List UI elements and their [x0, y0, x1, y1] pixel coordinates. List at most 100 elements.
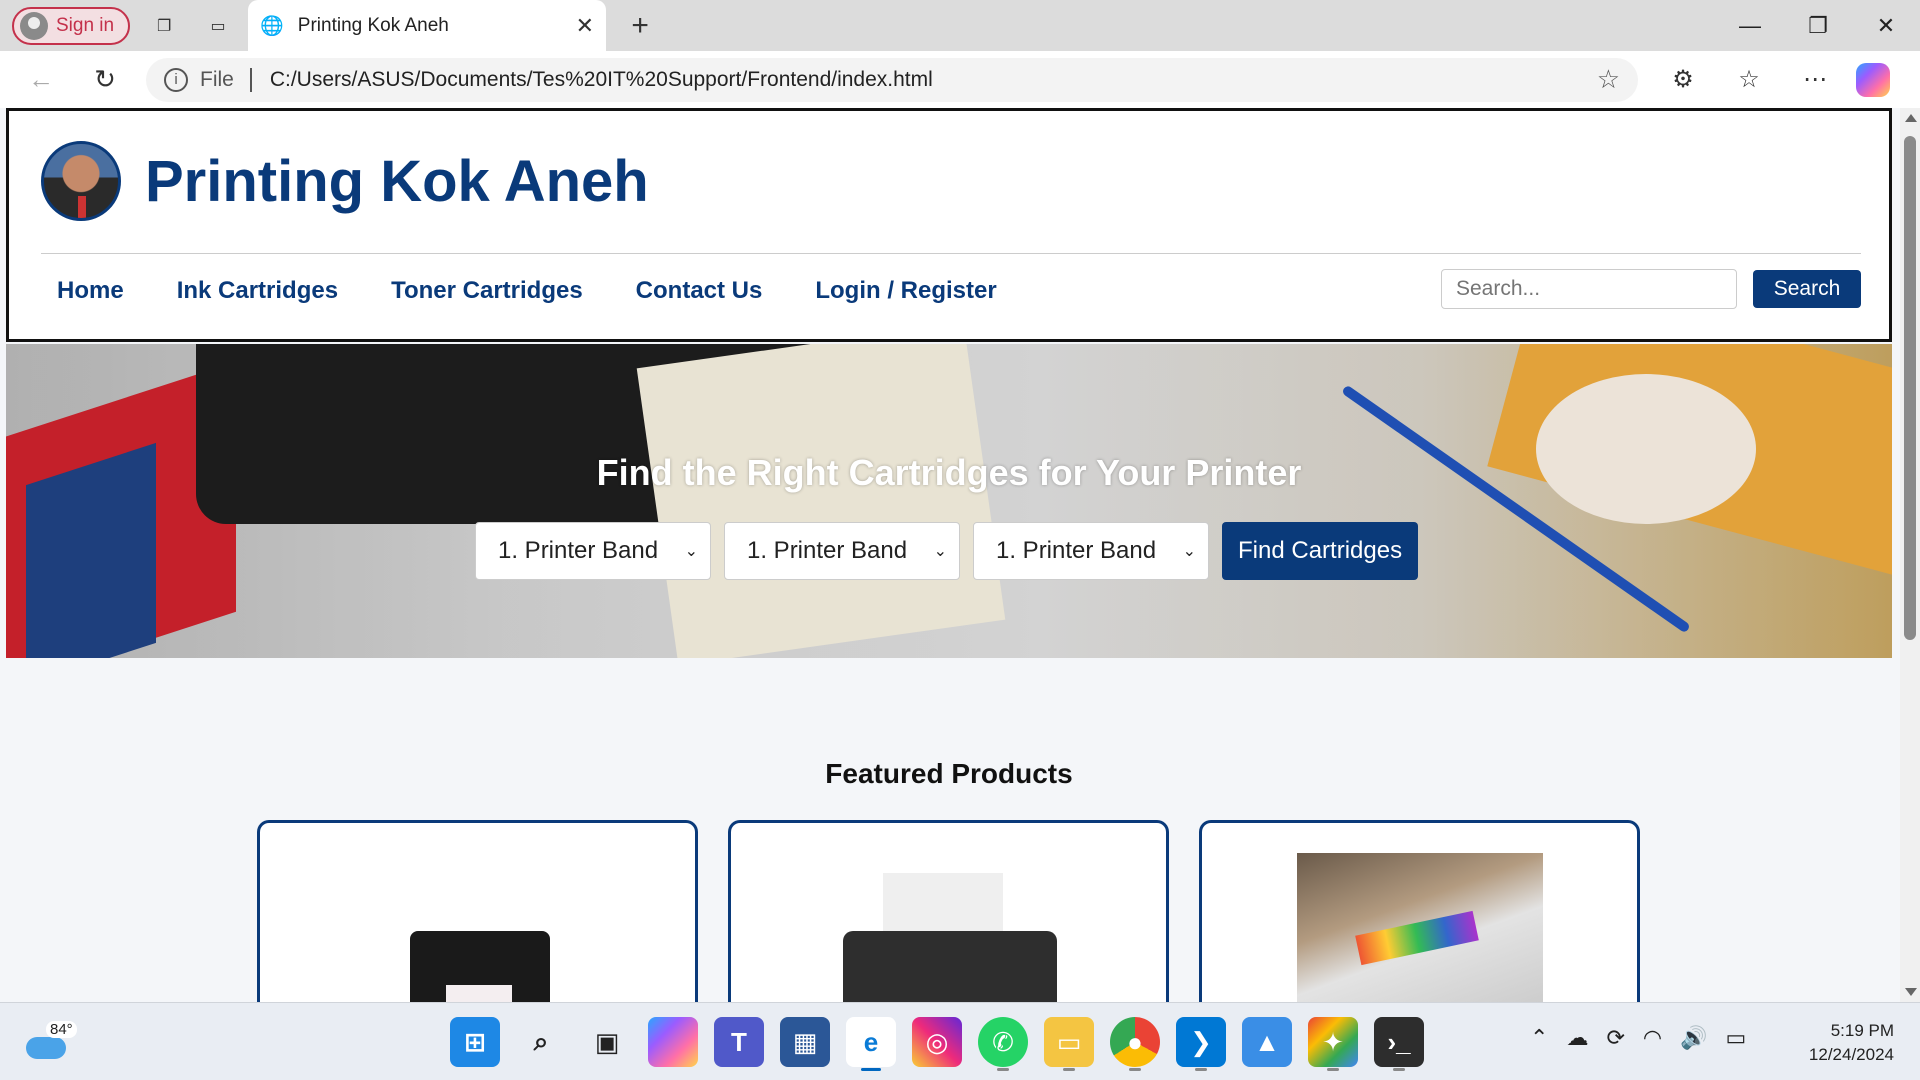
- new-tab-icon[interactable]: +: [620, 9, 660, 43]
- site-search: Search: [1441, 269, 1861, 309]
- logo-avatar: [41, 141, 121, 221]
- temperature: 84°: [46, 1021, 77, 1038]
- active-tab[interactable]: 🌐 Printing Kok Aneh ✕: [248, 0, 607, 51]
- product-image-dot-matrix-printer: [843, 931, 1057, 1002]
- wifi-icon[interactable]: ◠: [1643, 1025, 1662, 1051]
- featured-products-title: Featured Products: [825, 758, 1073, 789]
- scroll-up-icon[interactable]: [1905, 114, 1917, 122]
- product-card[interactable]: [1199, 820, 1640, 1002]
- select-value: 1. Printer Band: [996, 537, 1157, 564]
- start-icon[interactable]: ⊞: [450, 1017, 500, 1067]
- task-view-icon[interactable]: ▣: [582, 1017, 632, 1067]
- url-text[interactable]: C:/Users/ASUS/Documents/Tes%20IT%20Suppo…: [270, 68, 1597, 92]
- minimize-icon[interactable]: —: [1716, 0, 1784, 51]
- vertical-tabs-icon[interactable]: ▭: [198, 6, 238, 46]
- address-bar[interactable]: i File C:/Users/ASUS/Documents/Tes%20IT%…: [146, 57, 1638, 102]
- printer-brand-select-1[interactable]: 1. Printer Band ⌄: [475, 522, 711, 580]
- onedrive-icon[interactable]: ☁: [1566, 1025, 1588, 1051]
- hero-heading: Find the Right Cartridges for Your Print…: [596, 452, 1302, 493]
- tab-title: Printing Kok Aneh: [297, 14, 449, 36]
- vscode-icon[interactable]: ❯: [1176, 1017, 1226, 1071]
- copilot-app-icon[interactable]: [648, 1017, 698, 1067]
- site-header: Printing Kok Aneh Home Ink Cartridges To…: [6, 108, 1892, 342]
- back-icon[interactable]: ←: [14, 51, 68, 108]
- taskbar-apps: ⊞ ⌕ ▣ T ▦ e ◎ ✆ ▭ ● ❯ ▲ ✦ ›_: [450, 1017, 1424, 1071]
- search-icon[interactable]: ⌕: [516, 1017, 566, 1067]
- restore-icon[interactable]: ❐: [1784, 0, 1852, 51]
- printer-filter-form: 1. Printer Band ⌄ 1. Printer Band ⌄ 1. P…: [475, 522, 1419, 580]
- page-viewport: Printing Kok Aneh Home Ink Cartridges To…: [0, 108, 1920, 1002]
- edge-icon[interactable]: e: [846, 1017, 896, 1071]
- hero-banner: Find the Right Cartridges for Your Print…: [6, 344, 1892, 658]
- printer-brand-select-2[interactable]: 1. Printer Band ⌄: [724, 522, 960, 580]
- store-icon[interactable]: ▦: [780, 1017, 830, 1067]
- brand[interactable]: Printing Kok Aneh: [41, 141, 649, 221]
- terminal-icon[interactable]: ›_: [1374, 1017, 1424, 1071]
- volume-icon[interactable]: 🔊: [1680, 1025, 1707, 1051]
- product-image-ink-printer: [410, 931, 550, 1002]
- globe-icon: 🌐: [260, 15, 284, 37]
- printer-brand-select-3[interactable]: 1. Printer Band ⌄: [973, 522, 1209, 580]
- chevron-down-icon: ⌄: [684, 543, 698, 560]
- clock-date: 12/24/2024: [1808, 1045, 1894, 1064]
- nav-login-register[interactable]: Login / Register: [815, 277, 996, 305]
- gemini-icon[interactable]: ✦: [1308, 1017, 1358, 1071]
- close-tab-icon[interactable]: ✕: [576, 13, 594, 39]
- chevron-up-icon[interactable]: ⌃: [1530, 1025, 1548, 1051]
- weather-widget[interactable]: 84°: [26, 1021, 77, 1065]
- product-image-laser-printer: [1297, 853, 1543, 1002]
- browser-tab-bar: Sign in ❐ ▭ 🌐 Printing Kok Aneh ✕ + — ❐ …: [0, 0, 1920, 51]
- chrome-icon[interactable]: ●: [1110, 1017, 1160, 1071]
- url-separator: [249, 67, 252, 92]
- address-bar-row: ← ↻ i File C:/Users/ASUS/Documents/Tes%2…: [0, 51, 1920, 108]
- nav-toner-cartridges[interactable]: Toner Cartridges: [391, 277, 583, 305]
- product-card[interactable]: [728, 820, 1169, 1002]
- hero-image-sticker: [1536, 374, 1756, 524]
- browser-toolbar: ⚙ ☆ ⋯: [1654, 65, 1844, 94]
- url-scheme-label: File: [200, 67, 234, 91]
- close-window-icon[interactable]: ✕: [1852, 0, 1920, 51]
- teams-icon[interactable]: T: [714, 1017, 764, 1067]
- chevron-down-icon: ⌄: [933, 543, 947, 560]
- battery-icon[interactable]: ▭: [1725, 1025, 1746, 1051]
- window-controls: — ❐ ✕: [1716, 0, 1920, 51]
- page-scrollbar[interactable]: [1900, 108, 1920, 1002]
- sign-in-label: Sign in: [56, 14, 115, 36]
- header-divider: [41, 253, 1861, 254]
- system-tray: ⌃ ☁ ⟳ ◠ 🔊 ▭: [1530, 1025, 1746, 1051]
- select-value: 1. Printer Band: [747, 537, 908, 564]
- nav-contact-us[interactable]: Contact Us: [636, 277, 763, 305]
- scroll-thumb[interactable]: [1904, 136, 1916, 640]
- select-value: 1. Printer Band: [498, 537, 659, 564]
- instagram-icon[interactable]: ◎: [912, 1017, 962, 1067]
- extensions-icon[interactable]: ⚙: [1654, 65, 1712, 94]
- windows-taskbar: 84° ⊞ ⌕ ▣ T ▦ e ◎ ✆ ▭ ● ❯ ▲ ✦ ›_ ⌃ ☁ ⟳ ◠…: [0, 1002, 1920, 1080]
- more-menu-icon[interactable]: ⋯: [1786, 65, 1844, 94]
- photos-icon[interactable]: ▲: [1242, 1017, 1292, 1067]
- whatsapp-icon[interactable]: ✆: [978, 1017, 1028, 1071]
- clock[interactable]: 5:19 PM 12/24/2024: [1809, 1019, 1894, 1067]
- favorites-icon[interactable]: ☆: [1720, 65, 1778, 94]
- favorite-star-icon[interactable]: ☆: [1597, 64, 1620, 95]
- file-explorer-icon[interactable]: ▭: [1044, 1017, 1094, 1071]
- copilot-icon[interactable]: [1856, 62, 1890, 97]
- clock-time: 5:19 PM: [1830, 1021, 1894, 1040]
- nav-ink-cartridges[interactable]: Ink Cartridges: [177, 277, 338, 305]
- product-card[interactable]: [257, 820, 698, 1002]
- info-icon[interactable]: i: [164, 67, 188, 92]
- site-title: Printing Kok Aneh: [145, 148, 649, 214]
- profile-icon: [20, 11, 48, 40]
- search-input[interactable]: [1441, 269, 1737, 309]
- hero-image-paper: [636, 344, 1006, 658]
- search-button[interactable]: Search: [1753, 270, 1861, 308]
- chevron-down-icon: ⌄: [1182, 543, 1196, 560]
- nav-home[interactable]: Home: [57, 277, 124, 305]
- featured-products-grid: [257, 820, 1640, 1002]
- find-cartridges-button[interactable]: Find Cartridges: [1222, 522, 1419, 580]
- workspaces-icon[interactable]: ❐: [144, 6, 184, 46]
- scroll-down-icon[interactable]: [1905, 988, 1917, 996]
- main-nav: Home Ink Cartridges Toner Cartridges Con…: [57, 277, 997, 305]
- sync-icon[interactable]: ⟳: [1606, 1025, 1624, 1051]
- reload-icon[interactable]: ↻: [78, 51, 132, 108]
- sign-in-button[interactable]: Sign in: [12, 6, 131, 45]
